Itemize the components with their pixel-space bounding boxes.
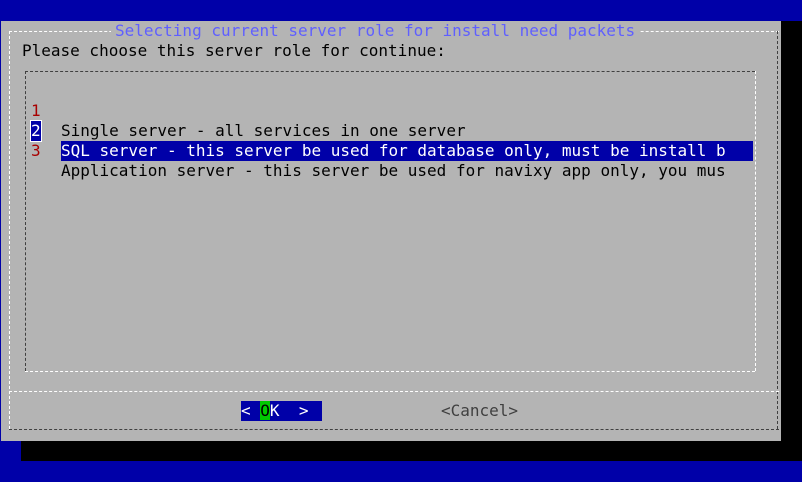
ok-button-label-rest: K [269, 401, 280, 420]
dialog-left-border [9, 31, 10, 429]
dialog-bottom-border [9, 429, 779, 430]
cancel-button[interactable]: <Cancel> [441, 401, 518, 421]
dialog-shadow-right [781, 21, 802, 461]
menu-right-border [755, 71, 756, 371]
dialog-shadow-bottom [21, 441, 802, 461]
menu-item-label: Application server - this server be used… [61, 161, 726, 180]
menu-top-border [25, 71, 755, 72]
menu-item-single-server[interactable]: 1 Single server - all services in one se… [26, 81, 753, 140]
ok-button-right-bracket: > [298, 401, 309, 420]
ok-button-hotkey: O [260, 401, 270, 420]
dialog-prompt: Please choose this server role for conti… [22, 41, 446, 60]
dialog-title: Selecting current server role for instal… [111, 21, 640, 41]
menu-item-application-server[interactable]: 3 Application server - this server be us… [26, 121, 753, 180]
menu-item-sql-server[interactable]: 2 SQL server - this server be used for d… [26, 101, 753, 161]
menu-item-tag: 3 [31, 141, 41, 160]
server-role-dialog: Selecting current server role for instal… [1, 21, 781, 441]
dialog-right-border [777, 31, 778, 429]
button-separator [9, 391, 779, 392]
menu-bottom-border [25, 371, 755, 372]
menu-item-label: SQL server - this server be used for dat… [61, 141, 753, 161]
ok-button-left-bracket: < [241, 401, 251, 420]
ok-button[interactable]: < OK > [241, 401, 322, 421]
